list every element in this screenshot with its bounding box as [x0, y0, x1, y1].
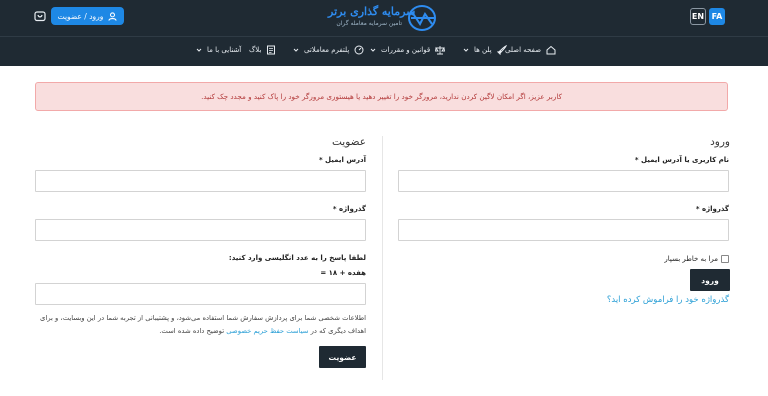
login-register-label: ورود / عضویت: [57, 11, 104, 21]
chevron-down-icon: [196, 48, 202, 52]
chevron-down-icon: [463, 48, 469, 52]
user-icon: [108, 11, 118, 21]
username-input[interactable]: [398, 170, 729, 192]
chevron-down-icon: [370, 48, 376, 52]
document-icon: [267, 45, 276, 55]
nav-rules-label: قوانین و مقررات: [381, 46, 431, 54]
lang-fa-button[interactable]: FA: [709, 8, 725, 25]
login-register-button[interactable]: ورود / عضویت: [51, 7, 124, 25]
remember-me-label: مرا به خاطر بسپار: [664, 255, 718, 263]
register-password-input[interactable]: [35, 219, 366, 241]
header-divider: [0, 36, 768, 37]
login-title: ورود: [710, 136, 730, 148]
rocket-icon: [496, 45, 507, 55]
privacy-policy-link[interactable]: سیاست حفظ حریم خصوصی: [226, 327, 308, 335]
nav-item-about[interactable]: آشنایی با ما: [196, 42, 241, 58]
register-password-label: گذرواژه *: [332, 205, 366, 213]
lang-en-button[interactable]: EN: [690, 8, 706, 25]
register-email-input[interactable]: [35, 170, 366, 192]
nav-item-rules[interactable]: قوانین و مقررات: [370, 42, 446, 58]
nav-home-label: صفحه اصلی: [505, 46, 542, 54]
cart-icon[interactable]: [34, 10, 46, 22]
remember-me-checkbox[interactable]: [721, 255, 729, 263]
captcha-prompt: لطفا پاسخ را به عدد انگلیسی وارد کنید:: [228, 254, 366, 262]
forgot-password-link[interactable]: گذرواژه خود را فراموش کرده اید؟: [580, 295, 729, 305]
captcha-question: هفده + ۱۸ =: [320, 269, 366, 277]
nav-item-platforms[interactable]: پلتفرم معاملاتی: [293, 42, 364, 58]
privacy-notice: اطلاعات شخصی شما برای پردازش سفارش شما ا…: [36, 312, 366, 338]
browser-warning-alert: کاربر عزیز، اگر امکان لاگین کردن ندارید،…: [35, 82, 728, 111]
gauge-icon: [354, 45, 364, 55]
alert-text: کاربر عزیز، اگر امکان لاگین کردن ندارید،…: [201, 92, 562, 101]
logo-title: سرمایه گذاری برتر: [328, 5, 416, 18]
register-submit-button[interactable]: عضویت: [319, 346, 366, 368]
nav-blog-label: بلاگ: [249, 46, 262, 54]
chevron-down-icon: [293, 48, 299, 52]
login-submit-button[interactable]: ورود: [690, 269, 730, 291]
nav-plans-label: پلن ها: [474, 46, 492, 54]
logo-subtitle: تامین سرمایه معامله گران: [336, 20, 402, 27]
nav-item-plans[interactable]: پلن ها: [463, 42, 507, 58]
login-password-input[interactable]: [398, 219, 729, 241]
username-label: نام کاربری یا آدرس ایمیل *: [634, 156, 729, 164]
nav-about-label: آشنایی با ما: [207, 46, 242, 54]
register-title: عضویت: [331, 136, 366, 148]
nav-platforms-label: پلتفرم معاملاتی: [304, 46, 350, 54]
nav-item-blog[interactable]: بلاگ: [249, 42, 276, 58]
captcha-answer-input[interactable]: [35, 283, 366, 305]
home-icon: [546, 45, 556, 55]
nav-item-home[interactable]: صفحه اصلی: [505, 42, 556, 58]
privacy-text-2: توضیح داده شده است.: [159, 327, 225, 335]
scale-icon: [435, 46, 446, 55]
column-divider: [382, 136, 383, 380]
login-password-label: گذرواژه *: [695, 205, 729, 213]
register-email-label: آدرس ایمیل *: [318, 156, 366, 164]
